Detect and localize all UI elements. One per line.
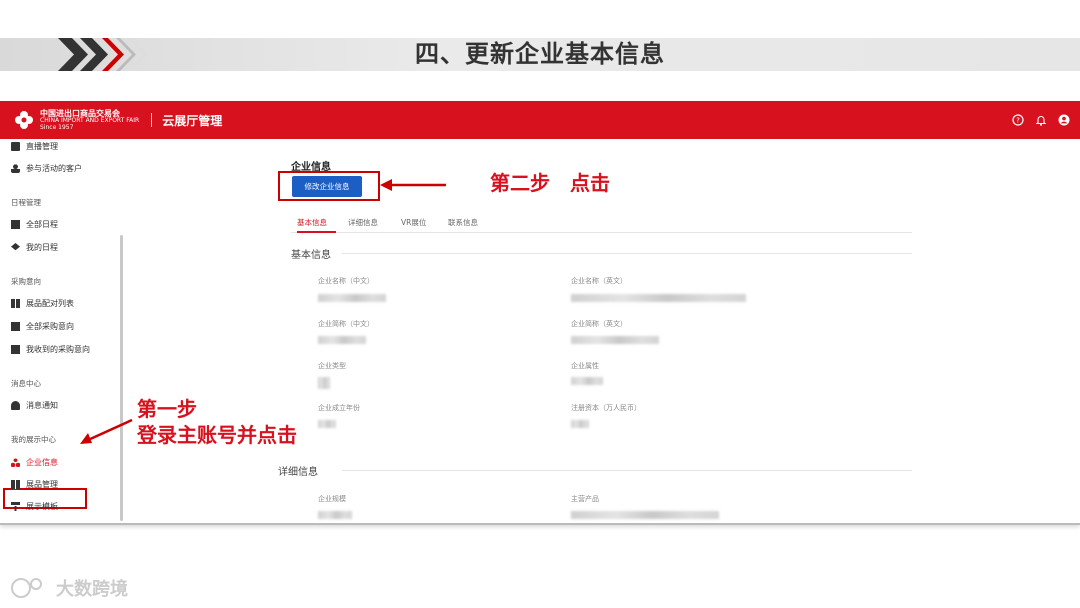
- watermark-logo: 大数跨境: [10, 575, 128, 601]
- watermark-brand: 大数跨境: [56, 579, 128, 600]
- watermark-icon: [11, 578, 42, 598]
- step1-annotation-line2: 登录主账号并点击: [137, 423, 297, 447]
- step1-annotation-line1: 第一步: [137, 397, 197, 421]
- annotation-arrows: [80, 179, 446, 444]
- step2-annotation: 第二步 点击: [490, 171, 610, 195]
